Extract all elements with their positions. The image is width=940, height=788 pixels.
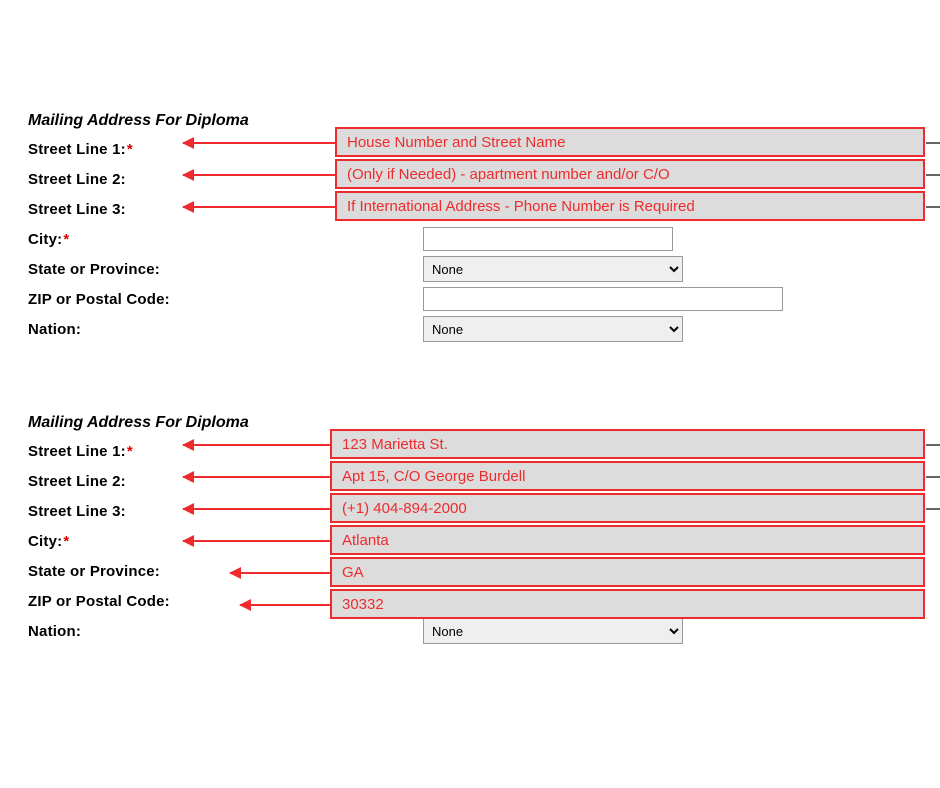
required-mark: *: [127, 443, 133, 460]
label-city: City:*: [28, 231, 423, 248]
label-state: State or Province:: [28, 261, 423, 278]
arrow-icon: [183, 444, 330, 446]
required-mark: *: [127, 141, 133, 158]
label-zip: ZIP or Postal Code:: [28, 291, 423, 308]
label-nation: Nation:: [28, 321, 423, 338]
tick-mark: [926, 476, 940, 478]
state-select[interactable]: None: [423, 256, 683, 282]
label-street1-text: Street Line 1:: [28, 141, 126, 158]
label-nation: Nation:: [28, 623, 423, 640]
annotation-city-example: Atlanta: [330, 525, 925, 555]
state-select-cell: None: [423, 256, 683, 282]
arrow-icon: [183, 540, 330, 542]
label-street1-text: Street Line 1:: [28, 443, 126, 460]
annotation-street2-example: Apt 15, C/O George Burdell: [330, 461, 925, 491]
annotation-street1-instruction: House Number and Street Name: [335, 127, 925, 157]
city-input-cell: [423, 227, 673, 251]
arrow-icon: [183, 174, 335, 176]
city-input[interactable]: [423, 227, 673, 251]
annotation-zip-example: 30332: [330, 589, 925, 619]
required-mark: *: [63, 231, 69, 248]
arrow-icon: [183, 206, 335, 208]
zip-input[interactable]: [423, 287, 783, 311]
arrow-icon: [240, 604, 330, 606]
label-city-text: City:: [28, 231, 62, 248]
row-nation: Nation: None: [28, 616, 683, 646]
tick-mark: [926, 206, 940, 208]
label-city-text: City:: [28, 533, 62, 550]
arrow-icon: [230, 572, 330, 574]
arrow-icon: [183, 142, 335, 144]
annotation-street3-instruction: If International Address - Phone Number …: [335, 191, 925, 221]
row-zip: ZIP or Postal Code:: [28, 284, 783, 314]
arrow-icon: [183, 508, 330, 510]
annotation-state-example: GA: [330, 557, 925, 587]
tick-mark: [926, 444, 940, 446]
nation-select-cell: None: [423, 316, 683, 342]
row-state: State or Province: None: [28, 254, 783, 284]
tick-mark: [926, 142, 940, 144]
nation-select[interactable]: None: [423, 316, 683, 342]
zip-input-cell: [423, 287, 783, 311]
annotation-street3-example: (+1) 404-894-2000: [330, 493, 925, 523]
nation-select-cell: None: [423, 618, 683, 644]
tick-mark: [926, 174, 940, 176]
tick-mark: [926, 508, 940, 510]
annotation-street2-instruction: (Only if Needed) - apartment number and/…: [335, 159, 925, 189]
row-city: City:*: [28, 224, 783, 254]
annotation-street1-example: 123 Marietta St.: [330, 429, 925, 459]
arrow-icon: [183, 476, 330, 478]
required-mark: *: [63, 533, 69, 550]
row-nation: Nation: None: [28, 314, 783, 344]
nation-select[interactable]: None: [423, 618, 683, 644]
